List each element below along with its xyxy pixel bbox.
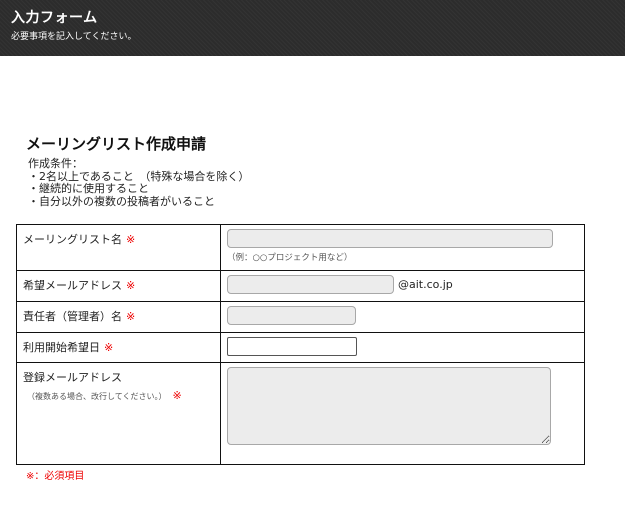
row-address: 希望メールアドレス ※ @ait.co.jp [16,270,585,302]
required-mark: ※ [126,310,136,323]
members-textarea[interactable] [227,367,551,445]
row-manager: 責任者（管理者）名 ※ [16,301,585,333]
required-mark: ※ [126,233,136,246]
required-mark: ※ [172,389,182,402]
ml-name-input[interactable] [227,229,553,248]
row-start-date: 利用開始希望日 ※ [16,332,585,363]
required-mark: ※ [126,279,136,292]
members-note: （複数ある場合、改行してください。） [27,392,167,401]
members-label: 登録メールアドレス [23,371,122,384]
address-domain: @ait.co.jp [398,278,453,291]
required-mark: ※ [104,341,114,354]
conditions-heading: 作成条件： [28,157,83,170]
condition-item: ・自分以外の複数の投稿者がいること [28,194,215,208]
header-subtitle: 必要事項を記入してください。 [11,32,137,42]
page-header: 入力フォーム 必要事項を記入してください。 [0,0,625,56]
start-date-label: 利用開始希望日 [23,341,100,354]
row-ml-name: メーリングリスト名 ※ （例：○○プロジェクト用など） [16,224,585,271]
conditions-block: 作成条件： ・2名以上であること （特殊な場合を除く） ・継続的に使用すること … [28,157,249,208]
application-form-table: メーリングリスト名 ※ （例：○○プロジェクト用など） 希望メールアドレス ※ @a… [16,224,585,465]
header-title: 入力フォーム [11,10,98,26]
condition-item: ・継続的に使用すること [28,182,149,195]
row-members: 登録メールアドレス （複数ある場合、改行してください。） ※ [16,362,585,465]
ml-name-hint: （例：○○プロジェクト用など） [227,253,353,263]
manager-label: 責任者（管理者）名 [23,310,122,323]
required-legend: ※：必須項目 [26,471,85,482]
form-title: メーリングリスト作成申請 [26,135,207,153]
manager-input[interactable] [227,306,356,325]
start-date-input[interactable] [227,337,357,356]
address-input[interactable] [227,275,394,294]
ml-name-label: メーリングリスト名 [23,233,122,246]
address-label: 希望メールアドレス [23,279,122,292]
